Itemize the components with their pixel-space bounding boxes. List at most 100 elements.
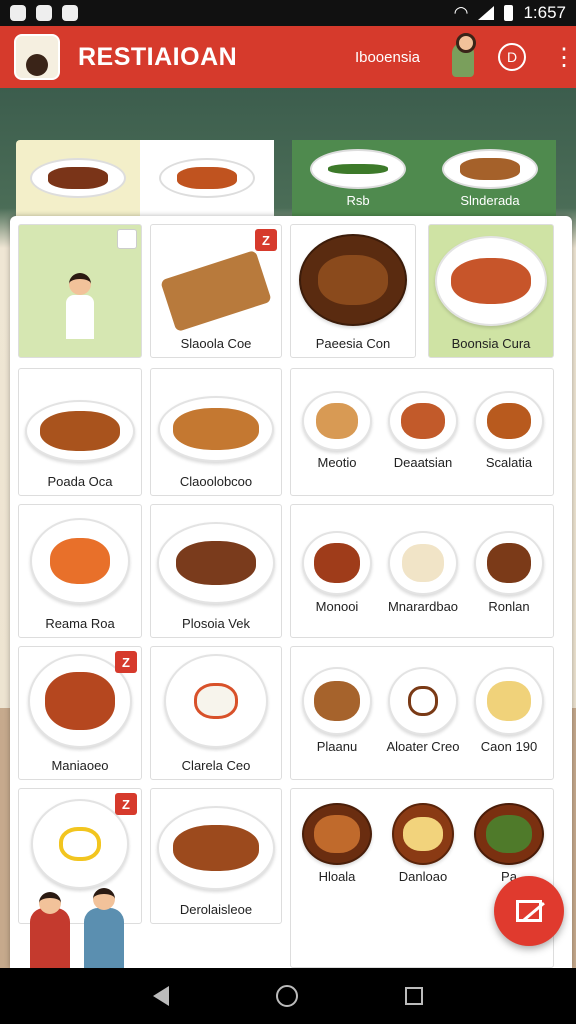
dish-image: [310, 148, 406, 189]
image-icon: [62, 5, 78, 21]
dish-item[interactable]: Mnarardbao: [381, 531, 465, 614]
dish-name: Poada Oca: [47, 474, 113, 489]
dish-name: Slaoola Coe: [180, 336, 252, 351]
dish-image: [157, 806, 275, 890]
d-button[interactable]: D: [498, 43, 526, 71]
dish-image: [299, 234, 407, 326]
recents-icon[interactable]: [404, 987, 423, 1005]
featured-card[interactable]: Slnderada: [424, 140, 556, 216]
menu-card[interactable]: Boonsia Cura: [428, 224, 554, 358]
menu-card[interactable]: Derolaisleoe: [150, 788, 282, 924]
dish-item[interactable]: Plaanu: [295, 667, 379, 754]
dish-name: Hloala: [318, 869, 356, 884]
dish-item[interactable]: Hloala: [295, 803, 379, 884]
badge: Z: [115, 651, 137, 673]
app-logo[interactable]: [14, 34, 60, 80]
dish-name: Reama Roa: [45, 616, 115, 631]
dish-image: [157, 522, 275, 604]
home-icon[interactable]: [275, 985, 298, 1007]
menu-card[interactable]: Reama Roa: [18, 504, 142, 638]
dish-item[interactable]: Pa: [467, 803, 551, 884]
edit-icon: [516, 900, 542, 922]
notification-icon: [10, 5, 26, 21]
dish-name: Monooi: [315, 599, 359, 614]
dish-image: [302, 531, 372, 595]
staff-illustration: [20, 884, 140, 968]
dish-image: [158, 396, 274, 462]
dish-name: Caon 190: [480, 739, 538, 754]
dish-item[interactable]: Meotio: [295, 391, 379, 470]
featured-label: Rsb: [346, 192, 370, 208]
dish-item[interactable]: Aloater Creo: [381, 667, 465, 754]
featured-card[interactable]: Rsb: [292, 140, 424, 216]
dish-group: Meotio Deaatsian Scalatia: [290, 368, 554, 496]
dish-name: Plaanu: [316, 739, 358, 754]
menu-grid: Z Slaoola Coe Poada Oca Claoolobcoo Ream…: [10, 216, 572, 968]
system-nav-bar: [0, 968, 576, 1024]
checkbox[interactable]: [117, 229, 137, 249]
dish-item[interactable]: Scalatia: [467, 391, 551, 470]
dish-group: Monooi Mnarardbao Ronlan: [290, 504, 554, 638]
back-icon[interactable]: [153, 986, 170, 1006]
menu-card[interactable]: Claoolobcoo: [150, 368, 282, 496]
dish-image: [388, 531, 458, 595]
profile-avatar[interactable]: [446, 33, 480, 77]
battery-icon: [504, 5, 514, 21]
dish-name: Derolaisleoe: [179, 902, 253, 917]
dish-image: [442, 148, 538, 189]
app-bar: RESTIAIOAN Ibooensia D ⋮: [0, 26, 576, 88]
dish-image: [302, 391, 372, 451]
dish-image: [30, 158, 126, 198]
dish-name: Deaatsian: [393, 455, 453, 470]
person-icon: [452, 33, 476, 77]
notification-icon: [36, 5, 52, 21]
menu-card[interactable]: Plosoia Vek: [150, 504, 282, 638]
dish-item[interactable]: Caon 190: [467, 667, 551, 754]
dish-image: [164, 654, 268, 748]
app-title: RESTIAIOAN: [78, 42, 238, 71]
dish-image: [435, 236, 547, 326]
dish-image: [25, 400, 135, 462]
dish-name: Scalatia: [485, 455, 533, 470]
featured-card[interactable]: [16, 140, 140, 216]
dish-name: Aloater Creo: [386, 739, 460, 754]
dish-name: Danloao: [398, 869, 448, 884]
dish-name: Mnarardbao: [387, 599, 459, 614]
dish-name: Meotio: [317, 455, 357, 470]
dish-name: Boonsia Cura: [451, 336, 531, 351]
menu-card[interactable]: Poada Oca: [18, 368, 142, 496]
featured-card[interactable]: [140, 140, 274, 216]
dish-image: [474, 391, 544, 451]
menu-card[interactable]: [18, 224, 142, 358]
menu-card[interactable]: Z Slaoola Coe: [150, 224, 282, 358]
dish-name: Plosoia Vek: [182, 616, 250, 631]
badge: Z: [115, 793, 137, 815]
dish-image: [302, 667, 372, 735]
language-selector[interactable]: Ibooensia: [355, 49, 420, 66]
dish-image: [392, 803, 454, 865]
featured-label: Slnderada: [460, 192, 520, 208]
waiter-illustration: [60, 273, 100, 343]
dish-item[interactable]: Deaatsian: [381, 391, 465, 470]
more-menu-icon[interactable]: ⋮: [552, 43, 576, 72]
featured-strip: Rsb Slnderada: [16, 140, 556, 216]
edit-fab[interactable]: [494, 876, 564, 946]
wifi-icon: ◠: [453, 3, 469, 22]
dish-image: [30, 518, 130, 604]
menu-card[interactable]: Z Maniaoeo: [18, 646, 142, 780]
dish-image: [160, 249, 272, 333]
menu-card[interactable]: Clarela Ceo: [150, 646, 282, 780]
dish-group: Plaanu Aloater Creo Caon 190: [290, 646, 554, 780]
dish-name: Clarela Ceo: [181, 758, 251, 773]
dish-image: [159, 158, 255, 198]
badge: Z: [255, 229, 277, 251]
menu-card[interactable]: Paeesia Con: [290, 224, 416, 358]
dish-item[interactable]: Ronlan: [467, 531, 551, 614]
dish-image: [474, 667, 544, 735]
dish-item[interactable]: Danloao: [381, 803, 465, 884]
dish-item[interactable]: Monooi: [295, 531, 379, 614]
dish-image: [474, 531, 544, 595]
dish-name: Ronlan: [488, 599, 530, 614]
dish-image: [302, 803, 372, 865]
dish-image: [388, 667, 458, 735]
